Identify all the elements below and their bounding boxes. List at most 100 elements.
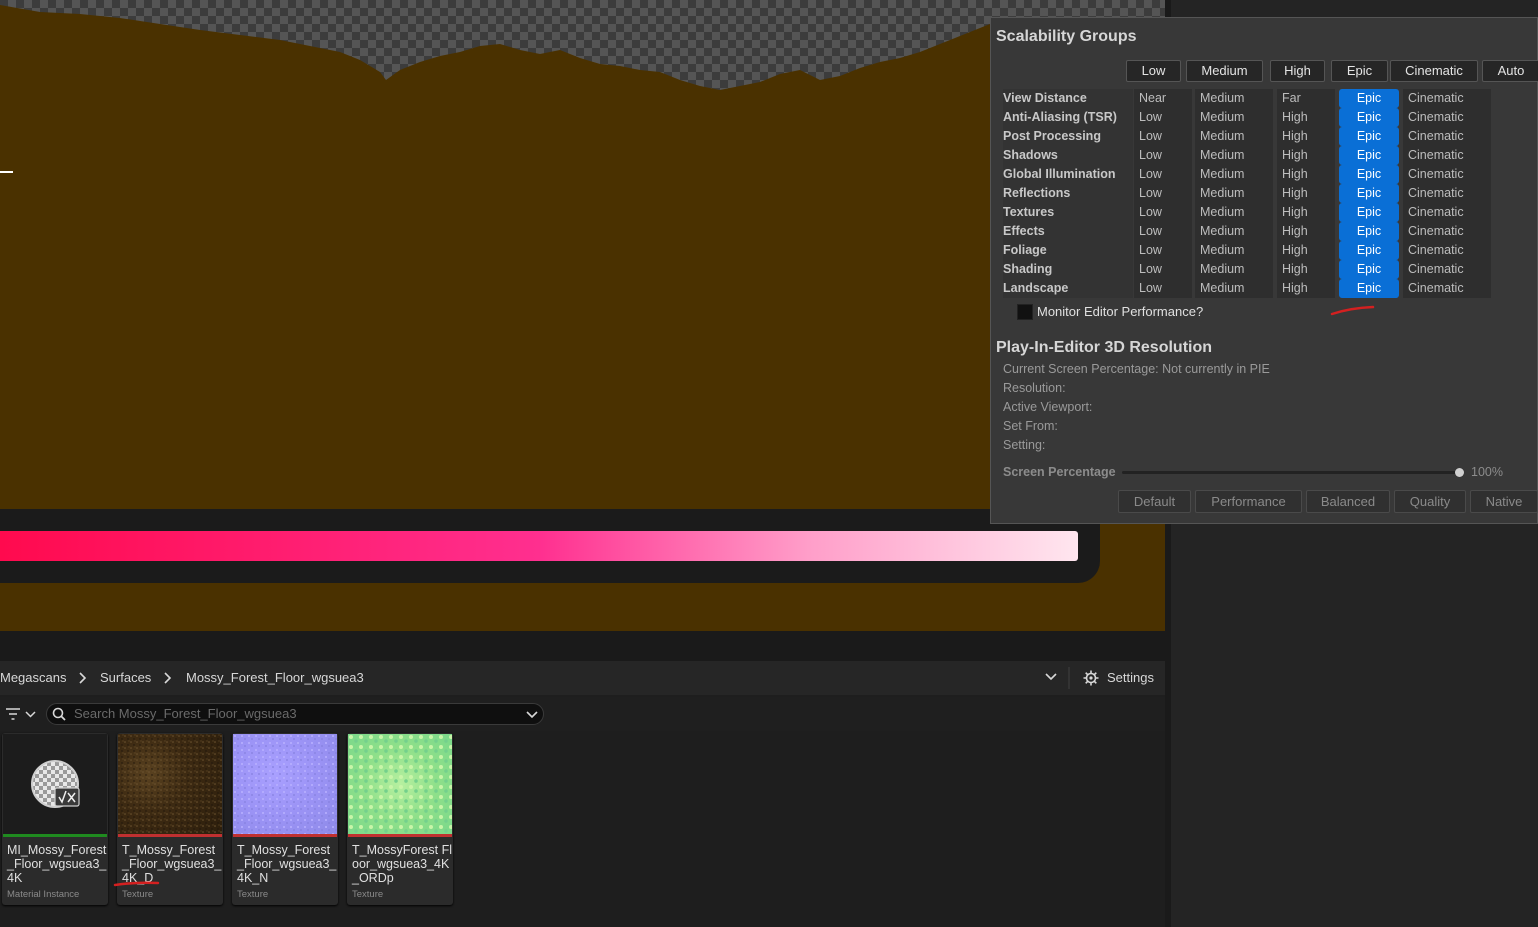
scalability-option-medium[interactable]: Medium [1195,89,1273,108]
scalability-group-label: Effects [1003,222,1133,241]
scalability-option-epic[interactable]: Epic [1339,89,1399,108]
breadcrumb-megascans[interactable]: Megascans [0,670,66,685]
scalability-option-high[interactable]: High [1277,241,1335,260]
scalability-option-medium[interactable]: Medium [1195,203,1273,222]
scalability-option-epic[interactable]: Epic [1339,260,1399,279]
scalability-option-high[interactable]: High [1277,184,1335,203]
scalability-option-high[interactable]: High [1277,108,1335,127]
chevron-down-icon[interactable] [1045,673,1057,681]
scalability-option-high[interactable]: High [1277,203,1335,222]
scalability-option-low[interactable]: Low [1134,222,1192,241]
scalability-option-medium[interactable]: Medium [1195,165,1273,184]
scalability-option-low[interactable]: Low [1134,108,1192,127]
scalability-option-low[interactable]: Low [1134,260,1192,279]
pie-default-button[interactable]: Default [1118,490,1191,513]
scalability-option-low[interactable]: Low [1134,184,1192,203]
screen-percentage-slider[interactable] [1122,471,1460,474]
asset-type: Material Instance [7,889,80,900]
scalability-option-epic[interactable]: Epic [1339,108,1399,127]
scalability-option-cinematic[interactable]: Cinematic [1403,222,1491,241]
scalability-option-medium[interactable]: Medium [1195,108,1273,127]
scalability-option-low[interactable]: Low [1134,165,1192,184]
preset-auto-button[interactable]: Auto [1482,60,1538,82]
monitor-performance-checkbox[interactable] [1017,304,1033,320]
scalability-option-high[interactable]: High [1277,222,1335,241]
red-annotation-mark [1330,305,1375,316]
scalability-option-cinematic[interactable]: Cinematic [1403,184,1491,203]
preset-low-button[interactable]: Low [1126,60,1181,82]
viewport-tick-mark [0,171,13,173]
breadcrumb-surfaces[interactable]: Surfaces [100,670,151,685]
chevron-down-icon[interactable] [25,711,36,718]
scalability-option-cinematic[interactable]: Cinematic [1403,279,1491,298]
scalability-option-medium[interactable]: Medium [1195,279,1273,298]
scalability-option-epic[interactable]: Epic [1339,222,1399,241]
pie-resolution: Resolution: [1003,381,1066,395]
scalability-row: Effects Low Medium High Epic Cinematic [1003,222,1491,241]
asset-type-strip [348,834,452,837]
scalability-option-cinematic[interactable]: Cinematic [1403,203,1491,222]
asset-tile-ordp[interactable]: T_MossyForest Floor_wgsuea3_4K_ORDp Text… [347,733,453,905]
scalability-option-high[interactable]: High [1277,146,1335,165]
pie-native-button[interactable]: Native [1470,490,1538,513]
scalability-row: Global Illumination Low Medium High Epic Cine… [1003,165,1491,184]
scalability-option-epic[interactable]: Epic [1339,203,1399,222]
scalability-option-low[interactable]: Low [1134,146,1192,165]
breadcrumb-current-folder[interactable]: Mossy_Forest_Floor_wgsuea3 [186,670,364,685]
asset-tile-material-instance[interactable]: MI_Mossy_Forest_Floor_wgsuea3_4K Materia… [2,733,108,905]
scalability-option-medium[interactable]: Medium [1195,260,1273,279]
preset-medium-button[interactable]: Medium [1186,60,1263,82]
preset-epic-button[interactable]: Epic [1331,60,1388,82]
scalability-option-cinematic[interactable]: Cinematic [1403,127,1491,146]
scalability-group-label: Foliage [1003,241,1133,260]
asset-type: Texture [122,889,154,900]
scalability-option-low[interactable]: Low [1134,279,1192,298]
scalability-option-epic[interactable]: Epic [1339,127,1399,146]
scalability-title: Scalability Groups [996,28,1137,45]
scalability-option-cinematic[interactable]: Cinematic [1403,146,1491,165]
scalability-row: Foliage Low Medium High Epic Cinematic [1003,241,1491,260]
scalability-option-epic[interactable]: Epic [1339,146,1399,165]
settings-button[interactable]: Settings [1107,670,1154,685]
scalability-option-high[interactable]: High [1277,127,1335,146]
scalability-option-cinematic[interactable]: Cinematic [1403,108,1491,127]
pie-quality-button[interactable]: Quality [1394,490,1466,513]
scalability-option-epic[interactable]: Epic [1339,241,1399,260]
pie-performance-button[interactable]: Performance [1195,490,1302,513]
gear-icon[interactable] [1083,670,1099,686]
scalability-option-high[interactable]: High [1277,165,1335,184]
screen-percentage-slider-handle[interactable] [1455,468,1464,477]
scalability-option-medium[interactable]: Medium [1195,184,1273,203]
scalability-option-high[interactable]: High [1277,260,1335,279]
scalability-row: Landscape Low Medium High Epic Cinematic [1003,279,1491,298]
scalability-option-cinematic[interactable]: Cinematic [1403,260,1491,279]
scalability-option-epic[interactable]: Epic [1339,279,1399,298]
scalability-option-medium[interactable]: Medium [1195,146,1273,165]
pie-set-from: Set From: [1003,419,1058,433]
scalability-option-near[interactable]: Near [1134,89,1192,108]
screen-percentage-label: Screen Percentage [1003,465,1116,479]
scalability-option-low[interactable]: Low [1134,203,1192,222]
scalability-option-epic[interactable]: Epic [1339,184,1399,203]
asset-tile-normal[interactable]: T_Mossy_Forest_Floor_wgsuea3_4K_N Textur… [232,733,338,905]
scalability-option-cinematic[interactable]: Cinematic [1403,165,1491,184]
scalability-option-medium[interactable]: Medium [1195,222,1273,241]
asset-type: Texture [237,889,269,900]
scalability-option-far[interactable]: Far [1277,89,1335,108]
screen-percentage-value: 100% [1471,465,1503,479]
scalability-option-cinematic[interactable]: Cinematic [1403,241,1491,260]
filter-icon[interactable] [5,708,21,720]
scalability-row: Textures Low Medium High Epic Cinematic [1003,203,1491,222]
scalability-option-epic[interactable]: Epic [1339,165,1399,184]
preset-high-button[interactable]: High [1270,60,1325,82]
scalability-option-low[interactable]: Low [1134,241,1192,260]
scalability-option-medium[interactable]: Medium [1195,127,1273,146]
scalability-option-medium[interactable]: Medium [1195,241,1273,260]
scalability-option-cinematic[interactable]: Cinematic [1403,89,1491,108]
pie-balanced-button[interactable]: Balanced [1306,490,1390,513]
asset-type-strip [3,834,107,837]
scalability-option-high[interactable]: High [1277,279,1335,298]
chevron-down-icon[interactable] [526,711,538,719]
preset-cinematic-button[interactable]: Cinematic [1390,60,1478,82]
scalability-option-low[interactable]: Low [1134,127,1192,146]
